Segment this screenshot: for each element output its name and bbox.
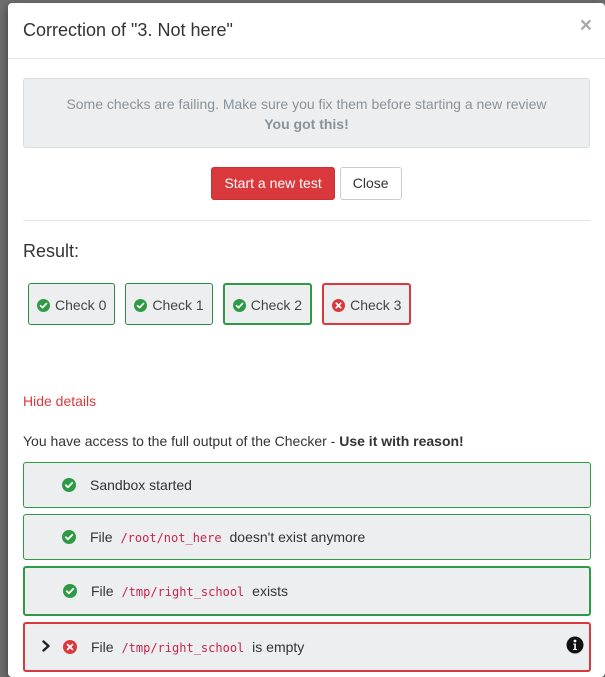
check-label: Check 0 [55,297,107,314]
output-item: Sandbox started [23,462,591,508]
output-code: /tmp/right_school [121,585,245,599]
output-text: File /root/not_here doesn't exist anymor… [90,529,365,545]
output-item: File /tmp/right_school exists [23,566,591,616]
check-label: Check 3 [350,297,402,314]
check-label: Check 1 [152,297,204,314]
chevron-right-icon[interactable] [41,639,51,655]
output-text: Sandbox started [90,477,192,493]
output-code: /tmp/right_school [121,641,245,655]
x-circle-icon [332,298,346,312]
action-buttons: Start a new test Close [8,167,605,200]
info-icon[interactable] [566,636,584,654]
output-item-failed[interactable]: File /tmp/right_school is empty [23,622,591,672]
access-note: You have access to the full output of th… [23,433,464,449]
check-0-badge[interactable]: Check 0 [28,283,116,325]
checker-output-list: Sandbox started File /root/not_here does… [23,462,591,677]
output-prefix: File [90,529,113,545]
alert-message: Some checks are failing. Make sure you f… [66,96,547,112]
check-circle-icon [63,584,77,598]
access-note-emphasis: Use it with reason! [339,433,464,449]
start-new-test-button[interactable]: Start a new test [211,167,335,200]
hide-details-link[interactable]: Hide details [23,393,96,409]
output-prefix: File [91,639,114,655]
output-text: File /tmp/right_school is empty [91,639,304,655]
check-label: Check 2 [250,297,303,314]
x-circle-icon [63,640,77,654]
check-circle-icon [232,298,246,312]
output-text: File /tmp/right_school exists [91,583,288,599]
output-prefix: Sandbox started [90,477,192,493]
access-note-text: You have access to the full output of th… [23,433,340,449]
output-suffix: exists [252,583,288,599]
checks-row: Check 0 Check 1 Check 2 Check 3 [28,283,421,325]
check-2-badge[interactable]: Check 2 [222,283,313,325]
output-code: /root/not_here [120,531,222,545]
modal-title: Correction of "3. Not here" [23,20,233,40]
close-icon[interactable]: × [580,15,592,36]
close-button[interactable]: Close [339,167,402,200]
status-alert: Some checks are failing. Make sure you f… [23,78,590,148]
output-item: File /root/not_here doesn't exist anymor… [23,514,591,560]
result-heading: Result: [23,241,80,261]
output-suffix: doesn't exist anymore [229,529,366,545]
check-circle-icon [62,478,76,492]
check-circle-icon [62,530,76,544]
check-circle-icon [37,298,50,312]
background-page [0,0,8,677]
divider [23,220,590,221]
correction-modal: Correction of "3. Not here" × Some check… [8,3,605,677]
check-circle-icon [134,298,148,312]
modal-header: Correction of "3. Not here" × [8,3,605,59]
check-3-badge[interactable]: Check 3 [322,283,412,325]
alert-encouragement: You got this! [264,116,349,132]
output-prefix: File [91,583,114,599]
check-1-badge[interactable]: Check 1 [125,283,213,325]
output-suffix: is empty [252,639,305,655]
